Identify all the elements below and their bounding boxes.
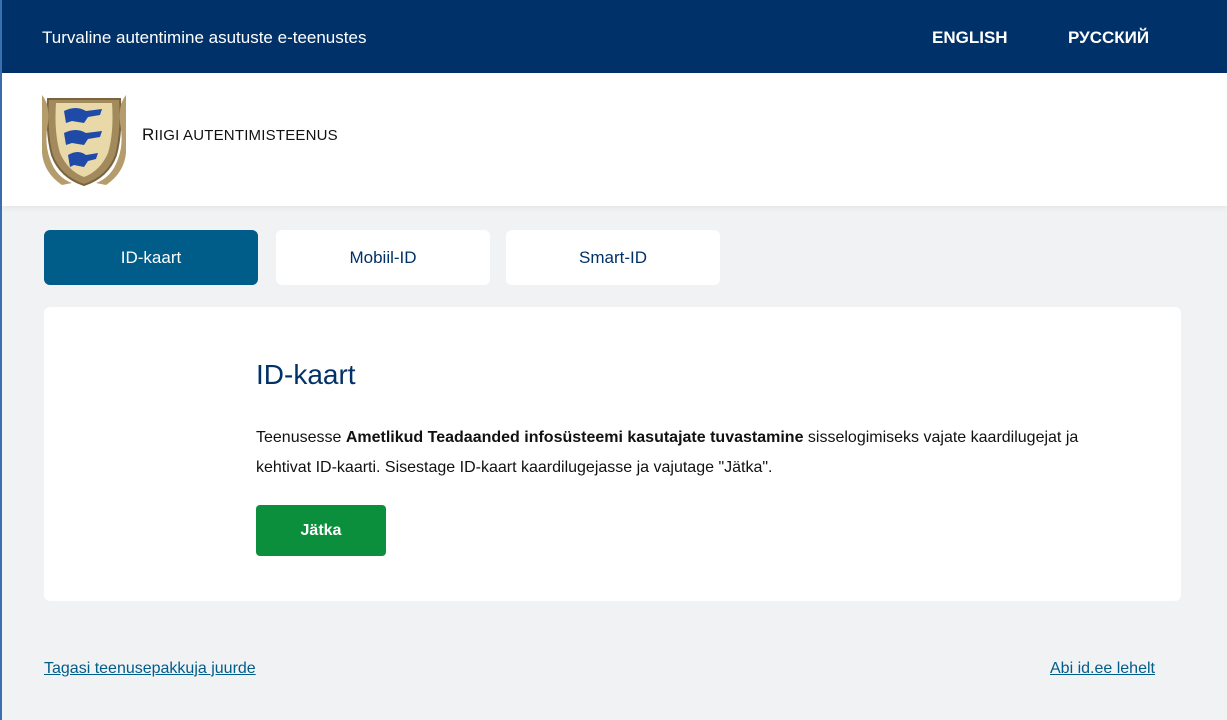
service-tagline: Turvaline autentimine asutuste e-teenust… [42,28,367,47]
language-russian-link[interactable]: РУССКИЙ [1068,28,1149,48]
estonian-coat-of-arms-icon [42,95,126,187]
page: Turvaline autentimine asutuste e-teenust… [0,0,1227,720]
brand-name: RIIGI AUTENTIMISTEENUS [142,125,338,144]
language-english-link[interactable]: ENGLISH [932,28,1008,48]
tab-smart-id[interactable]: Smart-ID [506,230,720,285]
tab-id-kaart[interactable]: ID-kaart [44,230,258,285]
service-name: Ametlikud Teadaanded infosüsteemi kasuta… [345,429,804,446]
back-to-provider-link[interactable]: Tagasi teenusepakkuja juurde [44,660,256,678]
auth-card: ID-kaart Teenusesse Ametlikud Teadaanded… [44,307,1181,601]
top-bar: Turvaline autentimine asutuste e-teenust… [2,0,1227,73]
continue-button[interactable]: Jätka [256,505,386,556]
tab-mobiil-id[interactable]: Mobiil-ID [276,230,490,285]
card-instructions: Teenusesse Ametlikud Teadaanded infosüst… [256,429,1079,476]
card-title: ID-kaart [256,359,356,390]
header: RIIGI AUTENTIMISTEENUS [2,73,1227,206]
help-link[interactable]: Abi id.ee lehelt [1050,660,1155,678]
